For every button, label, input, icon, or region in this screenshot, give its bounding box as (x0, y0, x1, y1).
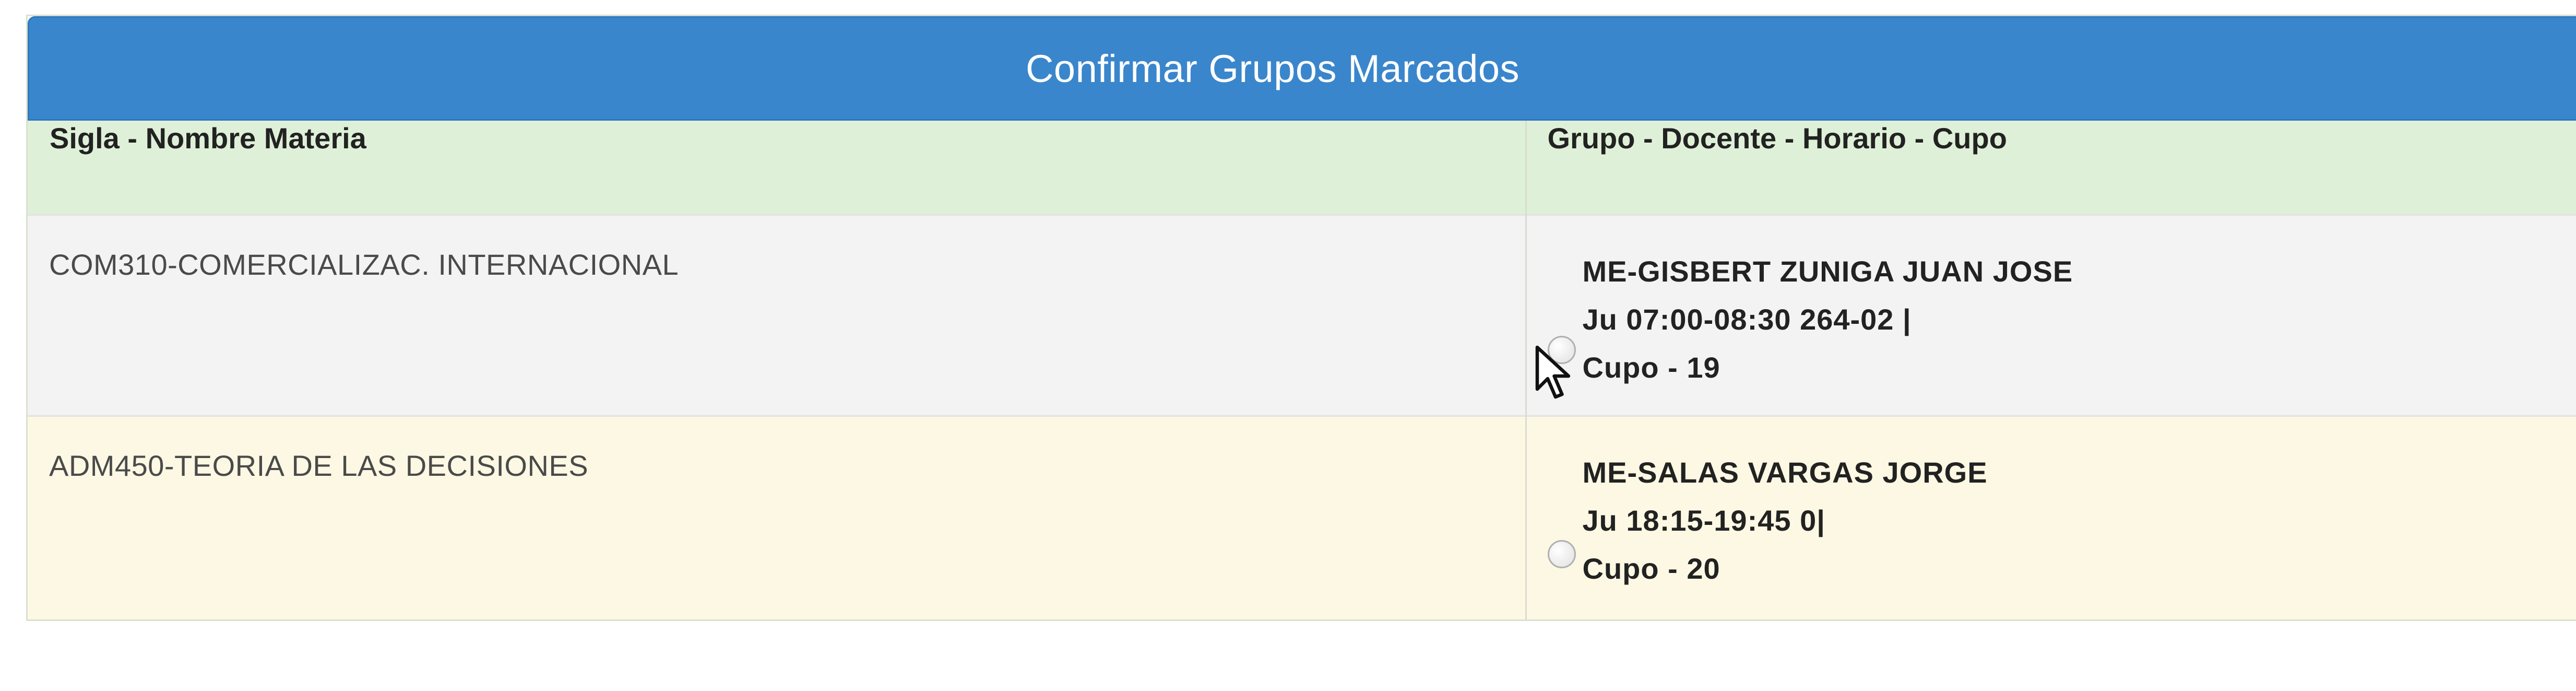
teacher-name: ME-GISBERT ZUNIGA JUAN JOSE (1582, 254, 2073, 288)
panel-header: Confirmar Grupos Marcados (28, 16, 2576, 121)
groups-table: Sigla - Nombre Materia Grupo - Docente -… (28, 121, 2576, 619)
quota-text: Cupo - 19 (1582, 350, 1720, 384)
subject-cell: ADM450-TEORIA DE LAS DECISIONES (28, 415, 1526, 619)
table-header-row: Sigla - Nombre Materia Grupo - Docente -… (28, 121, 2576, 215)
group-cell: ME-GISBERT ZUNIGA JUAN JOSE Ju 07:00-08:… (1525, 214, 2576, 416)
teacher-name: ME-SALAS VARGAS JORGE (1582, 455, 1988, 489)
group-option: ME-GISBERT ZUNIGA JUAN JOSE Ju 07:00-08:… (1527, 216, 2576, 392)
subject-cell: COM310-COMERCIALIZAC. INTERNACIONAL (28, 214, 1526, 416)
group-column-header: Grupo - Docente - Horario - Cupo (1525, 121, 2576, 215)
subject-name: ADM450-TEORIA DE LAS DECISIONES (49, 449, 589, 482)
mouse-pointer-icon (1535, 345, 1571, 399)
subject-column-header: Sigla - Nombre Materia (28, 121, 1526, 215)
group-option: ME-SALAS VARGAS JORGE Ju 18:15-19:45 0| … (1527, 417, 2576, 593)
group-cell: ME-SALAS VARGAS JORGE Ju 18:15-19:45 0| … (1525, 415, 2576, 619)
table-row: COM310-COMERCIALIZAC. INTERNACIONAL ME-G… (28, 214, 2576, 416)
table-row: ADM450-TEORIA DE LAS DECISIONES ME-SALAS… (28, 415, 2576, 619)
group-radio-button[interactable] (1547, 540, 1576, 568)
panel-title: Confirmar Grupos Marcados (1025, 46, 1520, 90)
schedule-text: Ju 07:00-08:30 264-02 | (1582, 302, 1912, 336)
schedule-text: Ju 18:15-19:45 0| (1582, 503, 1825, 537)
confirm-groups-panel: Confirmar Grupos Marcados Sigla - Nombre… (26, 15, 2576, 621)
subject-name: COM310-COMERCIALIZAC. INTERNACIONAL (49, 248, 679, 281)
quota-text: Cupo - 20 (1582, 552, 1720, 585)
